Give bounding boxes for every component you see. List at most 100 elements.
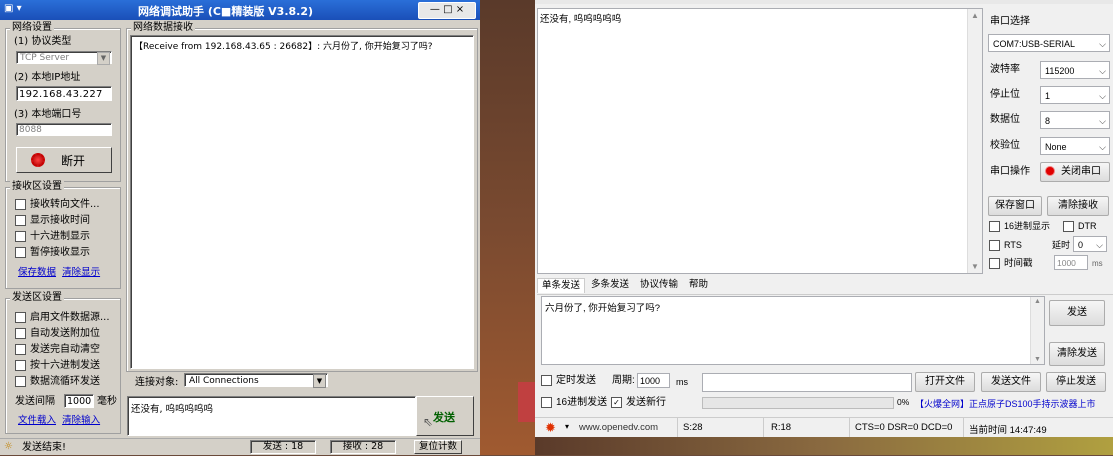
save-data-link[interactable]: 保存数据 xyxy=(18,267,56,278)
send-file-button[interactable]: 发送文件 xyxy=(981,372,1041,392)
checkbox-icon[interactable] xyxy=(15,198,26,210)
period-label: 周期: xyxy=(612,375,635,386)
timestamp-option[interactable]: 时间戳 xyxy=(989,257,1033,271)
chevron-down-icon[interactable]: ▼ xyxy=(97,52,110,65)
stop-select[interactable]: 1 ⌵ xyxy=(1040,86,1110,104)
checkbox-icon[interactable] xyxy=(15,375,26,387)
status-divider xyxy=(849,418,850,438)
hex-display-option[interactable]: 16进制显示 xyxy=(989,219,1050,233)
hex-send-option[interactable]: 16进制发送 xyxy=(541,396,607,410)
send-opt-file-source[interactable]: 启用文件数据源... xyxy=(15,311,110,325)
tab-help[interactable]: 帮助 xyxy=(685,278,712,292)
checkbox-icon[interactable] xyxy=(15,214,26,226)
clear-receive-button[interactable]: 清除接收 xyxy=(1047,196,1109,216)
system-menu-icon[interactable]: ▣ ▾ xyxy=(4,3,22,14)
scroll-down-icon[interactable]: ▼ xyxy=(1034,356,1041,363)
parity-select[interactable]: None ⌵ xyxy=(1040,137,1110,155)
checkbox-icon[interactable] xyxy=(15,327,26,339)
recv-opt-to-file[interactable]: 接收转向文件... xyxy=(15,198,100,212)
period-input[interactable]: 1000 xyxy=(637,373,670,388)
close-port-button[interactable]: 关闭串口 xyxy=(1040,162,1110,182)
send-newline-option[interactable]: ✓ 发送新行 xyxy=(611,396,666,410)
send-scrollbar[interactable]: ▲ ▼ xyxy=(1030,297,1044,364)
chevron-down-icon[interactable]: ▾ xyxy=(565,422,569,431)
tab-multi-send[interactable]: 多条发送 xyxy=(587,278,633,292)
checkbox-icon[interactable] xyxy=(15,230,26,242)
checkmark-icon[interactable]: ✓ xyxy=(611,396,622,408)
ip-input[interactable]: 192.168.43.227 xyxy=(16,86,112,101)
clear-display-link[interactable]: 清除显示 xyxy=(62,267,100,278)
checkbox-icon[interactable] xyxy=(989,257,1000,269)
recv-opt-hex[interactable]: 十六进制显示 xyxy=(15,230,90,244)
recv-links: 保存数据 清除显示 xyxy=(18,266,100,280)
target-select[interactable]: All Connections ▼ xyxy=(184,373,328,388)
checkbox-icon[interactable] xyxy=(15,311,26,323)
close-icon[interactable]: × xyxy=(456,4,464,15)
checkbox-icon[interactable] xyxy=(15,246,26,258)
clear-input-link[interactable]: 清除输入 xyxy=(62,415,100,426)
scroll-up-icon[interactable]: ▲ xyxy=(1034,298,1041,305)
gear-icon[interactable]: ✹ xyxy=(545,420,556,436)
dtr-option[interactable]: DTR xyxy=(1063,219,1097,233)
timestamp-input[interactable]: 1000 xyxy=(1054,255,1088,270)
interval-input[interactable]: 1000 xyxy=(64,394,94,408)
protocol-select[interactable]: TCP Server ▼ xyxy=(16,51,112,65)
baud-select[interactable]: 115200 ⌵ xyxy=(1040,61,1110,79)
rts-option[interactable]: RTS xyxy=(989,238,1022,252)
checkbox-icon[interactable] xyxy=(15,359,26,371)
receive-textarea[interactable]: 【Receive from 192.168.43.65 : 26682】: 六月… xyxy=(130,35,474,369)
chevron-down-icon[interactable]: ⌵ xyxy=(1096,237,1103,253)
chevron-down-icon[interactable]: ▼ xyxy=(313,374,326,388)
window-title: 网络调试助手 (C■精装版 V3.8.2) xyxy=(138,5,314,18)
recv-opt-pause[interactable]: 暂停接收显示 xyxy=(15,246,90,260)
ad-link[interactable]: 【火爆全网】正点原子DS100手持示波器上市 xyxy=(915,397,1096,410)
send-opt-label: 按十六进制发送 xyxy=(30,360,100,371)
send-textarea[interactable]: 还没有, 呜呜呜呜呜 xyxy=(127,396,416,436)
file-load-link[interactable]: 文件载入 xyxy=(18,415,56,426)
receive-scrollbar[interactable]: ▲ ▼ xyxy=(967,9,982,273)
open-file-button[interactable]: 打开文件 xyxy=(915,372,975,392)
send-opt-auto-clear[interactable]: 发送完自动清空 xyxy=(15,343,100,357)
port-select[interactable]: COM7:USB-SERIAL ⌵ xyxy=(988,34,1110,52)
delay-value: 0 xyxy=(1078,240,1084,250)
checkbox-icon[interactable] xyxy=(989,221,1000,233)
serial-send-button[interactable]: 发送 xyxy=(1049,300,1105,326)
send-opt-hex[interactable]: 按十六进制发送 xyxy=(15,359,100,373)
disconnect-button[interactable]: 断开 xyxy=(16,147,112,173)
clear-send-button[interactable]: 清除发送 xyxy=(1049,342,1105,366)
serial-receive-textarea[interactable]: 还没有, 呜呜呜呜呜 ▲ ▼ xyxy=(537,8,983,274)
chevron-down-icon[interactable]: ⌵ xyxy=(1099,112,1106,130)
checkbox-icon[interactable] xyxy=(1063,221,1074,233)
timed-send-option[interactable]: 定时发送 xyxy=(541,374,596,388)
data-bits-select[interactable]: 8 ⌵ xyxy=(1040,111,1110,129)
checkbox-icon[interactable] xyxy=(989,240,1000,252)
save-window-button[interactable]: 保存窗口 xyxy=(988,196,1042,216)
chevron-down-icon[interactable]: ⌵ xyxy=(1099,35,1106,53)
send-opt-loop[interactable]: 数据流循环发送 xyxy=(15,375,100,389)
website-link[interactable]: www.openedv.com xyxy=(579,422,658,433)
stop-send-button[interactable]: 停止发送 xyxy=(1046,372,1106,392)
tab-protocol[interactable]: 协议传输 xyxy=(636,278,682,292)
delay-select[interactable]: 0 ⌵ xyxy=(1073,236,1107,252)
interval-label: 发送间隔 xyxy=(15,396,55,407)
tab-single-send[interactable]: 单条发送 xyxy=(537,278,586,293)
file-path-input[interactable] xyxy=(702,373,912,392)
send-button[interactable]: ⇖ 发送 xyxy=(416,396,474,436)
send-opt-append-bit[interactable]: 自动发送附加位 xyxy=(15,327,100,341)
chevron-down-icon[interactable]: ⌵ xyxy=(1099,138,1106,156)
recv-opt-show-time[interactable]: 显示接收时间 xyxy=(15,214,90,228)
scroll-up-icon[interactable]: ▲ xyxy=(971,11,979,20)
port-label: (3) 本地端口号 xyxy=(14,109,82,120)
chevron-down-icon[interactable]: ⌵ xyxy=(1099,62,1106,80)
chevron-down-icon[interactable]: ⌵ xyxy=(1099,87,1106,105)
send-settings-label: 发送区设置 xyxy=(10,292,64,304)
checkbox-icon[interactable] xyxy=(15,343,26,355)
port-input[interactable]: 8088 xyxy=(16,123,112,136)
checkbox-icon[interactable] xyxy=(541,396,552,408)
checkbox-icon[interactable] xyxy=(541,374,552,386)
maximize-icon[interactable]: □ xyxy=(443,4,452,15)
reset-count-button[interactable]: 复位计数 xyxy=(414,440,462,454)
minimize-icon[interactable]: — xyxy=(430,4,440,15)
scroll-down-icon[interactable]: ▼ xyxy=(971,262,979,271)
serial-send-textarea[interactable]: 六月份了, 你开始复习了吗? ▲ ▼ xyxy=(541,296,1045,365)
